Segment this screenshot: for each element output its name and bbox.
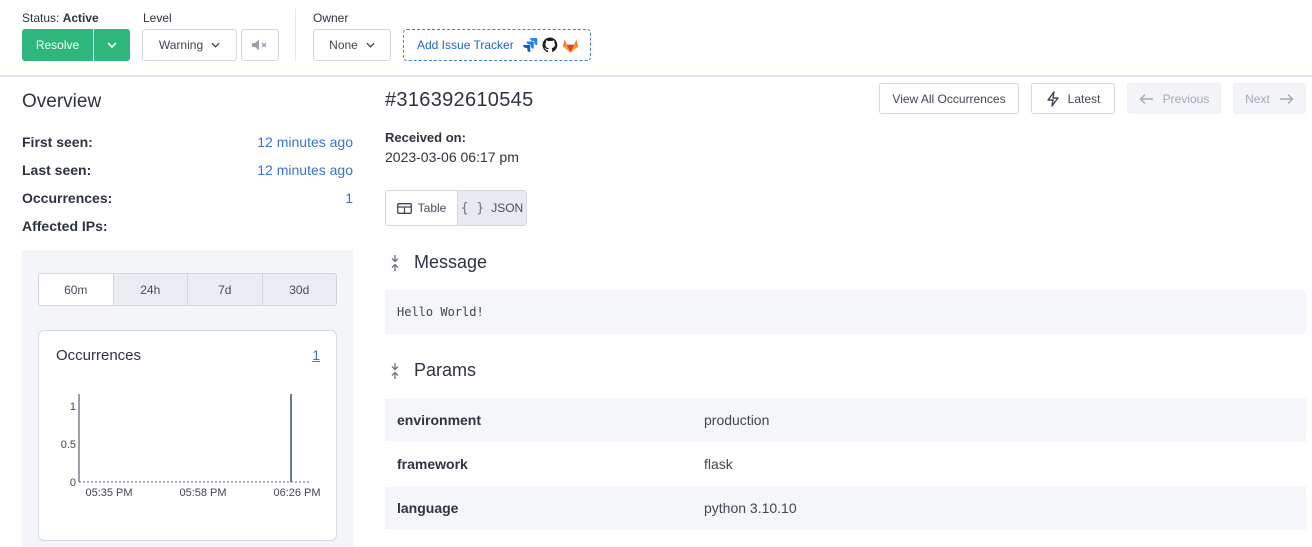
first-seen-label: First seen: (22, 134, 93, 150)
collapse-icon (389, 362, 403, 380)
range-30d[interactable]: 30d (261, 274, 336, 305)
latest-label: Latest (1067, 91, 1101, 106)
jira-icon (522, 38, 537, 53)
param-value: python 3.10.10 (704, 500, 797, 516)
chevron-down-icon (366, 42, 375, 48)
status-label: Status: (22, 11, 60, 25)
affected-ips-label: Affected IPs: (22, 218, 108, 234)
x-tick-label: 06:26 PM (273, 487, 320, 499)
last-seen-value[interactable]: 12 minutes ago (257, 162, 353, 178)
status-indicator: Status: Active (22, 11, 99, 25)
view-mode-toggle: Table { } JSON (385, 190, 527, 226)
gitlab-icon (562, 39, 578, 53)
range-7d[interactable]: 7d (187, 274, 262, 305)
table-icon (396, 202, 412, 214)
param-value: flask (704, 456, 733, 472)
toolbar-divider (295, 9, 296, 61)
param-key: language (397, 500, 459, 516)
y-tick-label: 0 (70, 477, 76, 489)
owner-select-value: None (329, 38, 358, 52)
received-on-label: Received on: (385, 130, 466, 145)
time-range-selector: 60m 24h 7d 30d (38, 273, 337, 306)
occurrence-graph-panel: 60m 24h 7d 30d Occurrences 1 0 0.5 1 05:35 … (22, 250, 353, 547)
message-content: Hello World! (385, 290, 1306, 334)
mute-icon (252, 39, 267, 51)
json-view-tab[interactable]: { } JSON (456, 191, 526, 225)
level-select[interactable]: Warning (142, 29, 237, 61)
occurrences-card-title: Occurrences (56, 347, 142, 364)
occurrence-id: #316392610545 (385, 89, 534, 111)
mute-button[interactable] (241, 29, 279, 61)
occurrences-count-link[interactable]: 1 (312, 347, 320, 363)
first-seen-value[interactable]: 12 minutes ago (257, 134, 353, 150)
view-all-occurrences-label: View All Occurrences (892, 91, 1006, 106)
resolve-button[interactable]: Resolve (22, 29, 93, 61)
y-tick-label: 1 (70, 401, 76, 413)
latest-button[interactable]: Latest (1031, 83, 1115, 114)
y-tick-label: 0.5 (61, 439, 76, 451)
occurrences-card: Occurrences 1 0 0.5 1 05:35 PM 05:58 PM 06:26… (38, 330, 337, 541)
table-view-tab[interactable]: Table (386, 191, 457, 225)
x-tick-label: 05:35 PM (85, 487, 132, 499)
param-key: environment (397, 412, 482, 428)
next-label: Next (1245, 91, 1270, 106)
status-value: Active (62, 11, 99, 25)
next-button[interactable]: Next (1233, 83, 1306, 114)
lightning-icon (1046, 90, 1059, 107)
range-60m[interactable]: 60m (39, 274, 113, 305)
owner-label: Owner (313, 11, 349, 25)
received-on-value: 2023-03-06 06:17 pm (385, 149, 519, 165)
arrow-left-icon (1139, 93, 1153, 104)
github-icon (542, 37, 557, 53)
collapse-icon (389, 254, 403, 272)
previous-button[interactable]: Previous (1127, 83, 1221, 114)
range-24h[interactable]: 24h (112, 274, 187, 305)
params-section-header[interactable]: Params (389, 360, 476, 381)
issue-toolbar: Status: Active Resolve Level Warning Own… (0, 0, 1312, 77)
param-key: framework (397, 456, 468, 472)
table-row: environment production (385, 398, 1306, 442)
overview-title: Overview (22, 91, 102, 112)
level-label: Level (143, 11, 172, 25)
resolve-button-label: Resolve (35, 38, 80, 52)
add-issue-tracker-label: Add Issue Tracker (417, 38, 514, 52)
param-value: production (704, 412, 770, 428)
occurrences-chart: 0 0.5 1 05:35 PM 05:58 PM 06:26 PM (61, 394, 321, 499)
x-tick-label: 05:58 PM (179, 487, 226, 499)
table-row: language python 3.10.10 (385, 486, 1306, 530)
chevron-down-icon (107, 42, 117, 48)
table-row: framework flask (385, 442, 1306, 486)
add-issue-tracker-button[interactable]: Add Issue Tracker (403, 29, 591, 61)
json-view-label: JSON (491, 201, 524, 215)
braces-icon: { } (460, 200, 485, 216)
owner-select[interactable]: None (313, 29, 391, 61)
occurrences-value[interactable]: 1 (345, 190, 353, 206)
chevron-down-icon (211, 42, 220, 48)
resolve-options-dropdown[interactable] (94, 29, 130, 61)
message-heading: Message (414, 252, 488, 272)
arrow-right-icon (1279, 93, 1294, 104)
occurrences-label: Occurrences: (22, 190, 113, 206)
previous-label: Previous (1162, 91, 1210, 106)
table-view-label: Table (417, 201, 447, 215)
message-section-header[interactable]: Message (389, 252, 487, 273)
params-table: environment production framework flask l… (385, 398, 1306, 530)
level-select-value: Warning (158, 38, 204, 52)
params-heading: Params (414, 360, 477, 380)
view-all-occurrences-button[interactable]: View All Occurrences (879, 83, 1019, 114)
last-seen-label: Last seen: (22, 162, 92, 178)
